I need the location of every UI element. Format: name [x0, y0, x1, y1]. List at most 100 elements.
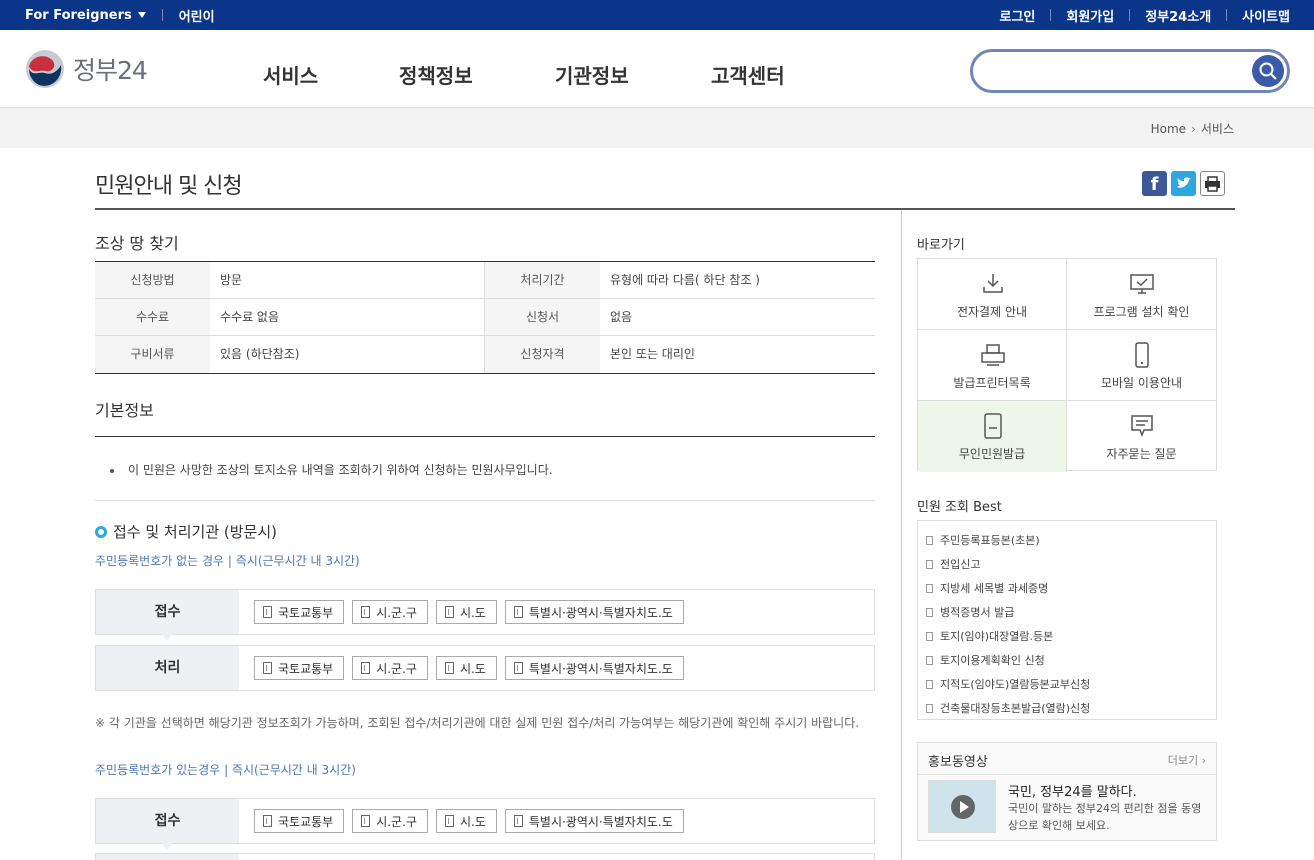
best-item[interactable]: 병적증명서 발급 [926, 600, 1216, 624]
case-note-2: 주민등록번호가 있는경우 | 즉시(근무시간 내 3시간) [95, 763, 356, 777]
best-title: 민원 조회 Best [917, 500, 1002, 515]
video-title[interactable]: 국민, 정부24를 말하다. [1008, 781, 1137, 800]
building-icon [263, 662, 272, 674]
process-label: 처리 [96, 646, 239, 690]
caret-down-icon [137, 12, 146, 18]
quick-link-mobile[interactable]: 모바일 이용안내 [1067, 330, 1216, 401]
document-icon [926, 679, 933, 689]
case-note-1: 주민등록번호가 없는 경우 | 즉시(근무시간 내 3시간) [95, 554, 360, 568]
building-icon [444, 606, 454, 618]
process-org-row: 처리 국토교통부 시.군.구 시.도 특별시·광역시·특별자치도.도 [95, 645, 875, 691]
document-icon [926, 559, 933, 569]
quick-link-faq[interactable]: 자주묻는 질문 [1067, 401, 1216, 472]
quick-link-payment[interactable]: 전자결제 안내 [918, 259, 1067, 330]
basic-info-text: 이 민원은 사망한 조상의 토지소유 내역을 조회하기 위하여 신청하는 민원사… [110, 461, 553, 478]
kids-link[interactable]: 어린이 [179, 6, 215, 25]
org-button-metro[interactable]: 특별시·광역시·특별자치도.도 [504, 809, 684, 833]
building-icon [263, 815, 272, 827]
promo-video-box: 홍보동영상 더보기 › 국민, 정부24를 말하다. 국민이 말하는 정부24의… [917, 742, 1217, 841]
org-button-sido[interactable]: 시.도 [435, 809, 497, 833]
building-icon [444, 815, 454, 827]
document-icon [926, 583, 933, 593]
table-row: 신청방법 방문 처리기간 유형에 따라 다름( 하단 참조 ) [95, 262, 875, 299]
taegeuk-logo-icon [26, 50, 64, 88]
twitter-icon[interactable] [1171, 171, 1196, 196]
org-button-molit[interactable]: 국토교통부 [254, 656, 345, 680]
quick-link-kiosk[interactable]: 무인민원발급 [918, 401, 1067, 472]
table-row: 구비서류 있음 (하단참조) 신청자격 본인 또는 대리인 [95, 336, 875, 373]
org-button-metro[interactable]: 특별시·광역시·특별자치도.도 [504, 656, 684, 680]
org-button-molit[interactable]: 국토교통부 [254, 600, 345, 624]
search-input[interactable] [970, 49, 1290, 93]
building-icon [444, 662, 454, 674]
receive-label: 접수 [96, 799, 239, 850]
mobile-icon [1135, 342, 1149, 368]
org-button-sigungu[interactable]: 시.군.구 [352, 809, 428, 833]
quick-link-program-check[interactable]: 프로그램 설치 확인 [1067, 259, 1216, 330]
document-icon [926, 703, 933, 713]
building-icon [263, 606, 272, 618]
summary-table: 신청방법 방문 처리기간 유형에 따라 다름( 하단 참조 ) 수수료 수수료 … [95, 261, 875, 374]
promo-more-link[interactable]: 더보기 › [1168, 752, 1206, 768]
login-link[interactable]: 로그인 [999, 6, 1035, 25]
breadcrumb-current[interactable]: 서비스 [1201, 122, 1234, 136]
nav-support[interactable]: 고객센터 [711, 60, 785, 89]
building-icon [513, 606, 523, 618]
monitor-check-icon [1130, 274, 1154, 294]
video-thumbnail[interactable] [928, 780, 996, 833]
best-item[interactable]: 지방세 세목별 과세증명 [926, 576, 1216, 600]
best-item[interactable]: 주민등록표등본(초본) [926, 528, 1216, 552]
share-tools: f [1142, 171, 1225, 196]
printer-icon [981, 344, 1005, 366]
org-button-sido[interactable]: 시.도 [435, 600, 497, 624]
nav-agency[interactable]: 기관정보 [555, 60, 629, 89]
process-org-row [95, 853, 875, 860]
best-item[interactable]: 전입신고 [926, 552, 1216, 576]
sitemap-link[interactable]: 사이트맵 [1242, 6, 1290, 25]
breadcrumb-home[interactable]: Home [1151, 122, 1186, 136]
building-icon [361, 606, 371, 618]
document-icon [926, 535, 933, 545]
org-button-metro[interactable]: 특별시·광역시·특별자치도.도 [504, 600, 684, 624]
video-description: 국민이 말하는 정부24의 편리한 점을 동영상으로 확인해 보세요. [1008, 802, 1202, 832]
signup-link[interactable]: 회원가입 [1066, 6, 1114, 25]
facebook-icon[interactable]: f [1142, 171, 1167, 196]
org-button-sigungu[interactable]: 시.군.구 [352, 656, 428, 680]
reception-title: 접수 및 처리기관 (방문시) [95, 521, 277, 542]
page-title: 민원안내 및 신청 [95, 174, 243, 199]
receive-label: 접수 [96, 590, 239, 641]
basic-info-title: 기본정보 [95, 401, 154, 420]
quick-links-title: 바로가기 [917, 238, 965, 253]
about-link[interactable]: 정부24소개 [1145, 6, 1211, 25]
search-button[interactable] [1252, 55, 1284, 87]
document-icon [926, 655, 933, 665]
download-icon [983, 274, 1003, 293]
building-icon [361, 662, 371, 674]
receive-org-row: 접수 국토교통부 시.군.구 시.도 특별시·광역시·특별자치도.도 [95, 798, 875, 850]
best-item[interactable]: 토지(임야)대장열람.등본 [926, 624, 1216, 648]
quick-links-grid: 전자결제 안내 프로그램 설치 확인 발급프린터목록 모바일 이용안내 무인민원… [917, 258, 1217, 472]
document-icon [926, 631, 933, 641]
nav-policy[interactable]: 정책정보 [399, 60, 473, 89]
org-button-sigungu[interactable]: 시.군.구 [352, 600, 428, 624]
for-foreigners-link[interactable]: For Foreigners [25, 8, 132, 23]
search-icon [1259, 62, 1277, 80]
nav-services[interactable]: 서비스 [263, 60, 318, 89]
chat-icon [1131, 415, 1153, 438]
quick-link-printers[interactable]: 발급프린터목록 [918, 330, 1067, 401]
org-button-molit[interactable]: 국토교통부 [254, 809, 345, 833]
agency-note: ※ 각 기관을 선택하면 해당기관 정보조회가 가능하며, 조회된 접수/처리기… [95, 716, 860, 730]
kiosk-icon [984, 413, 1002, 439]
building-icon [513, 662, 523, 674]
table-row: 수수료 수수료 없음 신청서 없음 [95, 299, 875, 336]
logo[interactable]: 정부24 [25, 49, 148, 89]
best-item[interactable]: 건축물대장등초본발급(열람)신청 [926, 696, 1216, 720]
building-icon [513, 815, 523, 827]
org-button-sido[interactable]: 시.도 [435, 656, 497, 680]
print-icon[interactable] [1200, 171, 1225, 196]
best-item[interactable]: 지적도(임야도)열람등본교부신청 [926, 672, 1216, 696]
best-item[interactable]: 토지이용계획확인 신청 [926, 648, 1216, 672]
breadcrumb-bar: Home › 서비스 [0, 108, 1314, 148]
utility-bar: For Foreigners 어린이 로그인 회원가입 정부24소개 사이트맵 [0, 0, 1314, 30]
circle-bullet-icon [95, 525, 107, 538]
